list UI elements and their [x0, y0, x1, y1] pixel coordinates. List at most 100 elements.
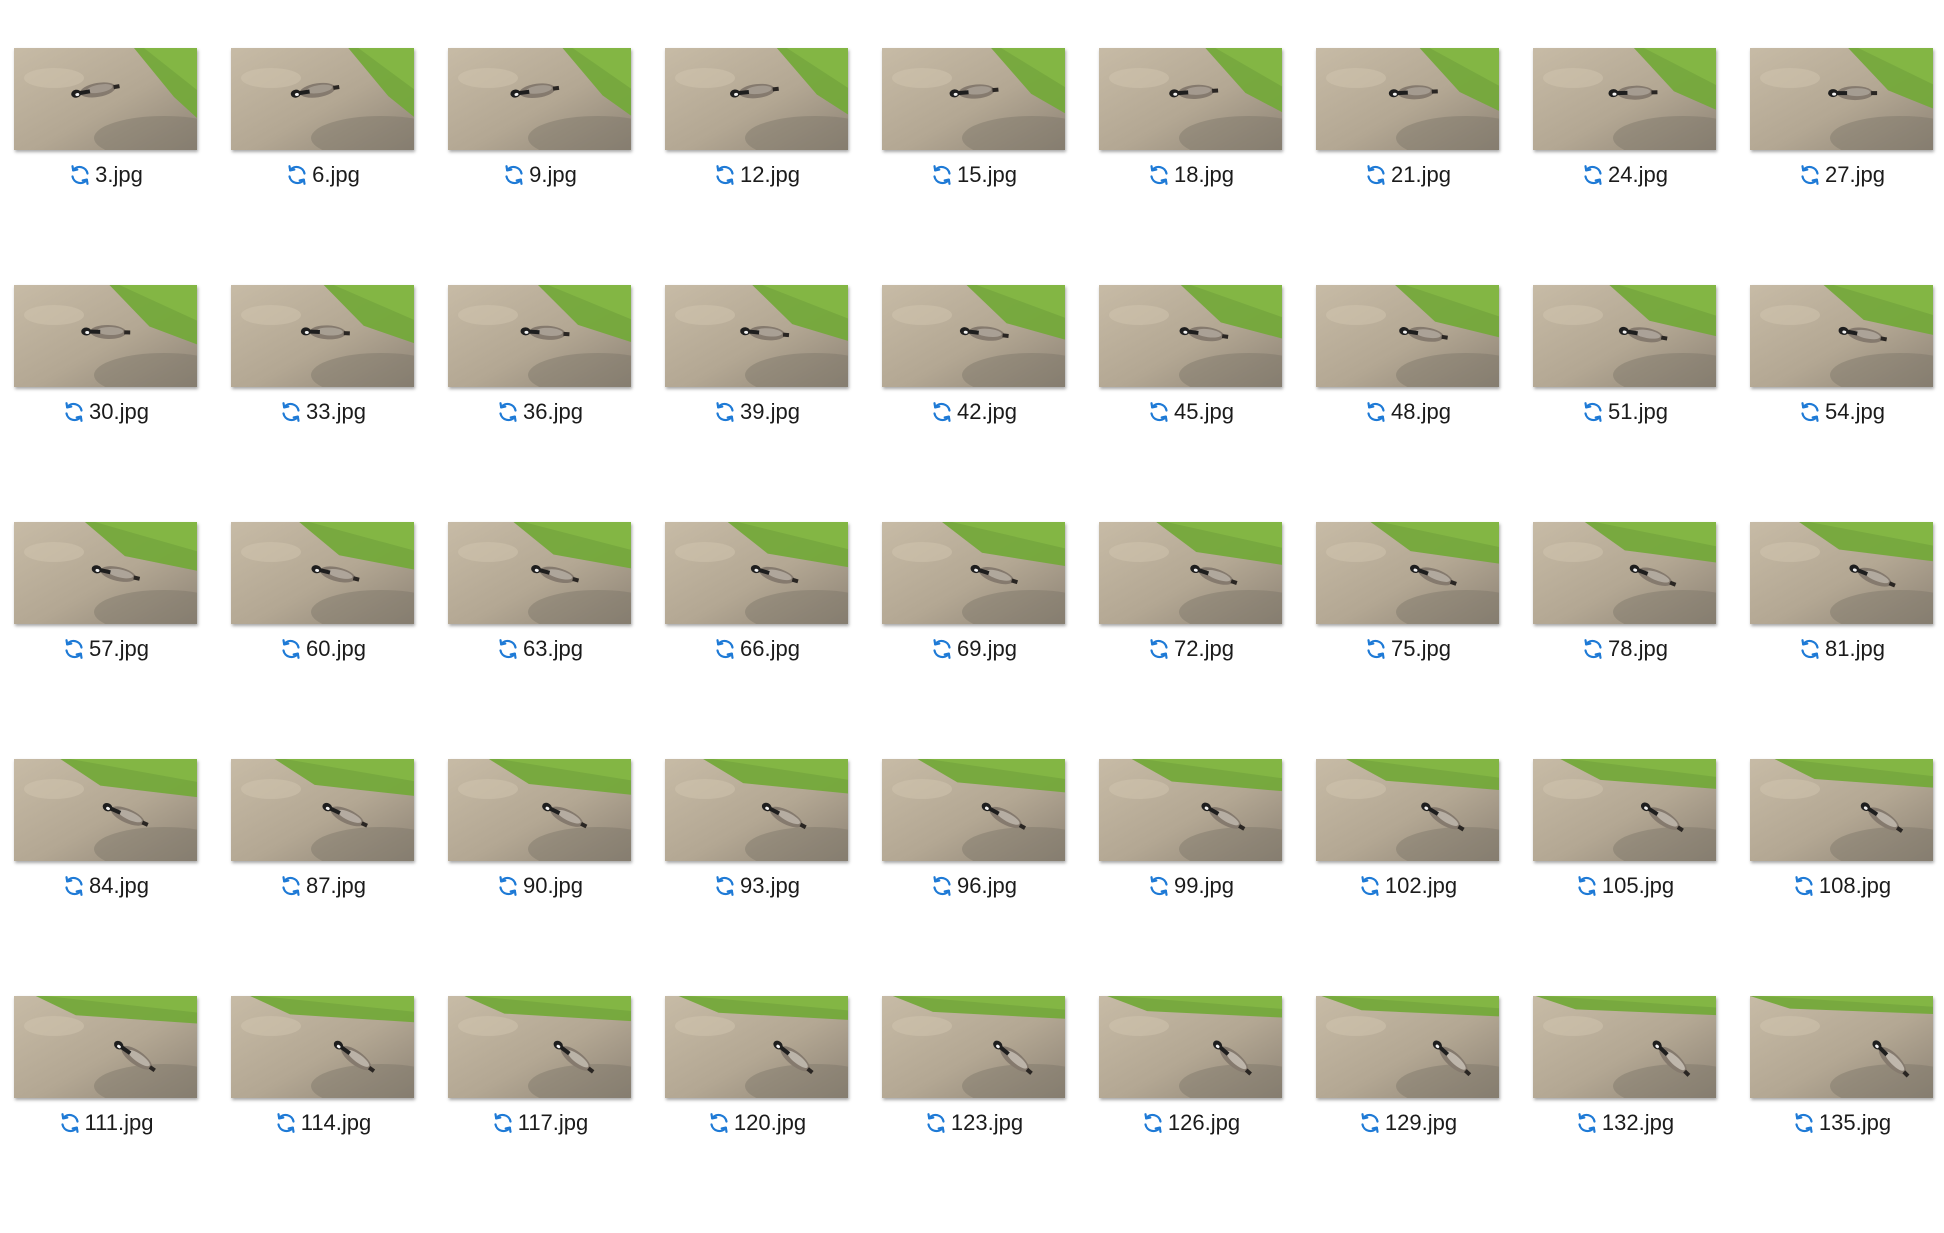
- file-item[interactable]: 96.jpg: [882, 759, 1065, 996]
- file-thumbnail[interactable]: [1316, 285, 1499, 387]
- file-label[interactable]: 12.jpg: [665, 162, 848, 188]
- file-item[interactable]: 123.jpg: [882, 996, 1065, 1233]
- file-item[interactable]: 21.jpg: [1316, 48, 1499, 285]
- file-item[interactable]: 18.jpg: [1099, 48, 1282, 285]
- file-label[interactable]: 117.jpg: [448, 1110, 631, 1136]
- file-label[interactable]: 84.jpg: [14, 873, 197, 899]
- file-label[interactable]: 30.jpg: [14, 399, 197, 425]
- file-label[interactable]: 87.jpg: [231, 873, 414, 899]
- file-label[interactable]: 120.jpg: [665, 1110, 848, 1136]
- file-label[interactable]: 63.jpg: [448, 636, 631, 662]
- file-thumbnail[interactable]: [665, 522, 848, 624]
- file-thumbnail[interactable]: [1533, 522, 1716, 624]
- file-label[interactable]: 69.jpg: [882, 636, 1065, 662]
- file-label[interactable]: 3.jpg: [14, 162, 197, 188]
- file-thumbnail[interactable]: [882, 996, 1065, 1098]
- file-label[interactable]: 45.jpg: [1099, 399, 1282, 425]
- file-thumbnail[interactable]: [1533, 759, 1716, 861]
- file-item[interactable]: 108.jpg: [1750, 759, 1933, 996]
- file-label[interactable]: 18.jpg: [1099, 162, 1282, 188]
- file-thumbnail[interactable]: [14, 522, 197, 624]
- file-thumbnail[interactable]: [1099, 759, 1282, 861]
- file-thumbnail[interactable]: [14, 48, 197, 150]
- file-label[interactable]: 9.jpg: [448, 162, 631, 188]
- file-thumbnail[interactable]: [882, 759, 1065, 861]
- file-item[interactable]: 63.jpg: [448, 522, 631, 759]
- file-thumbnail[interactable]: [1316, 522, 1499, 624]
- file-label[interactable]: 15.jpg: [882, 162, 1065, 188]
- file-label[interactable]: 72.jpg: [1099, 636, 1282, 662]
- file-item[interactable]: 12.jpg: [665, 48, 848, 285]
- file-item[interactable]: 42.jpg: [882, 285, 1065, 522]
- file-item[interactable]: 24.jpg: [1533, 48, 1716, 285]
- file-label[interactable]: 39.jpg: [665, 399, 848, 425]
- file-label[interactable]: 66.jpg: [665, 636, 848, 662]
- file-label[interactable]: 81.jpg: [1750, 636, 1933, 662]
- file-thumbnail[interactable]: [231, 48, 414, 150]
- file-item[interactable]: 102.jpg: [1316, 759, 1499, 996]
- file-label[interactable]: 60.jpg: [231, 636, 414, 662]
- file-thumbnail[interactable]: [1099, 522, 1282, 624]
- file-label[interactable]: 132.jpg: [1533, 1110, 1716, 1136]
- file-label[interactable]: 21.jpg: [1316, 162, 1499, 188]
- file-label[interactable]: 75.jpg: [1316, 636, 1499, 662]
- file-item[interactable]: 99.jpg: [1099, 759, 1282, 996]
- file-item[interactable]: 48.jpg: [1316, 285, 1499, 522]
- file-item[interactable]: 105.jpg: [1533, 759, 1716, 996]
- file-item[interactable]: 132.jpg: [1533, 996, 1716, 1233]
- file-thumbnail[interactable]: [448, 48, 631, 150]
- file-item[interactable]: 27.jpg: [1750, 48, 1933, 285]
- file-label[interactable]: 24.jpg: [1533, 162, 1716, 188]
- file-thumbnail[interactable]: [665, 48, 848, 150]
- file-label[interactable]: 123.jpg: [882, 1110, 1065, 1136]
- file-label[interactable]: 78.jpg: [1533, 636, 1716, 662]
- file-label[interactable]: 129.jpg: [1316, 1110, 1499, 1136]
- file-item[interactable]: 66.jpg: [665, 522, 848, 759]
- file-thumbnail[interactable]: [231, 522, 414, 624]
- file-thumbnail[interactable]: [665, 996, 848, 1098]
- file-item[interactable]: 129.jpg: [1316, 996, 1499, 1233]
- file-label[interactable]: 108.jpg: [1750, 873, 1933, 899]
- file-thumbnail[interactable]: [882, 522, 1065, 624]
- file-thumbnail[interactable]: [1316, 759, 1499, 861]
- file-thumbnail[interactable]: [231, 285, 414, 387]
- file-item[interactable]: 60.jpg: [231, 522, 414, 759]
- file-label[interactable]: 27.jpg: [1750, 162, 1933, 188]
- file-label[interactable]: 51.jpg: [1533, 399, 1716, 425]
- file-label[interactable]: 111.jpg: [14, 1110, 197, 1136]
- file-item[interactable]: 36.jpg: [448, 285, 631, 522]
- file-thumbnail[interactable]: [448, 759, 631, 861]
- file-item[interactable]: 114.jpg: [231, 996, 414, 1233]
- file-item[interactable]: 45.jpg: [1099, 285, 1282, 522]
- file-thumbnail[interactable]: [1316, 48, 1499, 150]
- file-thumbnail[interactable]: [448, 285, 631, 387]
- file-thumbnail[interactable]: [1099, 48, 1282, 150]
- file-item[interactable]: 87.jpg: [231, 759, 414, 996]
- file-thumbnail[interactable]: [1750, 759, 1933, 861]
- file-item[interactable]: 57.jpg: [14, 522, 197, 759]
- file-item[interactable]: 72.jpg: [1099, 522, 1282, 759]
- file-item[interactable]: 111.jpg: [14, 996, 197, 1233]
- file-thumbnail[interactable]: [14, 759, 197, 861]
- file-thumbnail[interactable]: [665, 759, 848, 861]
- file-thumbnail[interactable]: [1533, 285, 1716, 387]
- file-item[interactable]: 93.jpg: [665, 759, 848, 996]
- file-thumbnail[interactable]: [1316, 996, 1499, 1098]
- file-label[interactable]: 96.jpg: [882, 873, 1065, 899]
- file-item[interactable]: 6.jpg: [231, 48, 414, 285]
- file-label[interactable]: 48.jpg: [1316, 399, 1499, 425]
- file-label[interactable]: 105.jpg: [1533, 873, 1716, 899]
- file-item[interactable]: 9.jpg: [448, 48, 631, 285]
- file-thumbnail[interactable]: [1750, 285, 1933, 387]
- file-item[interactable]: 69.jpg: [882, 522, 1065, 759]
- file-label[interactable]: 54.jpg: [1750, 399, 1933, 425]
- file-thumbnail[interactable]: [448, 996, 631, 1098]
- file-thumbnail[interactable]: [1099, 285, 1282, 387]
- file-thumbnail[interactable]: [1750, 522, 1933, 624]
- file-label[interactable]: 6.jpg: [231, 162, 414, 188]
- file-item[interactable]: 39.jpg: [665, 285, 848, 522]
- file-label[interactable]: 36.jpg: [448, 399, 631, 425]
- file-label[interactable]: 135.jpg: [1750, 1110, 1933, 1136]
- file-item[interactable]: 117.jpg: [448, 996, 631, 1233]
- file-thumbnail[interactable]: [1750, 996, 1933, 1098]
